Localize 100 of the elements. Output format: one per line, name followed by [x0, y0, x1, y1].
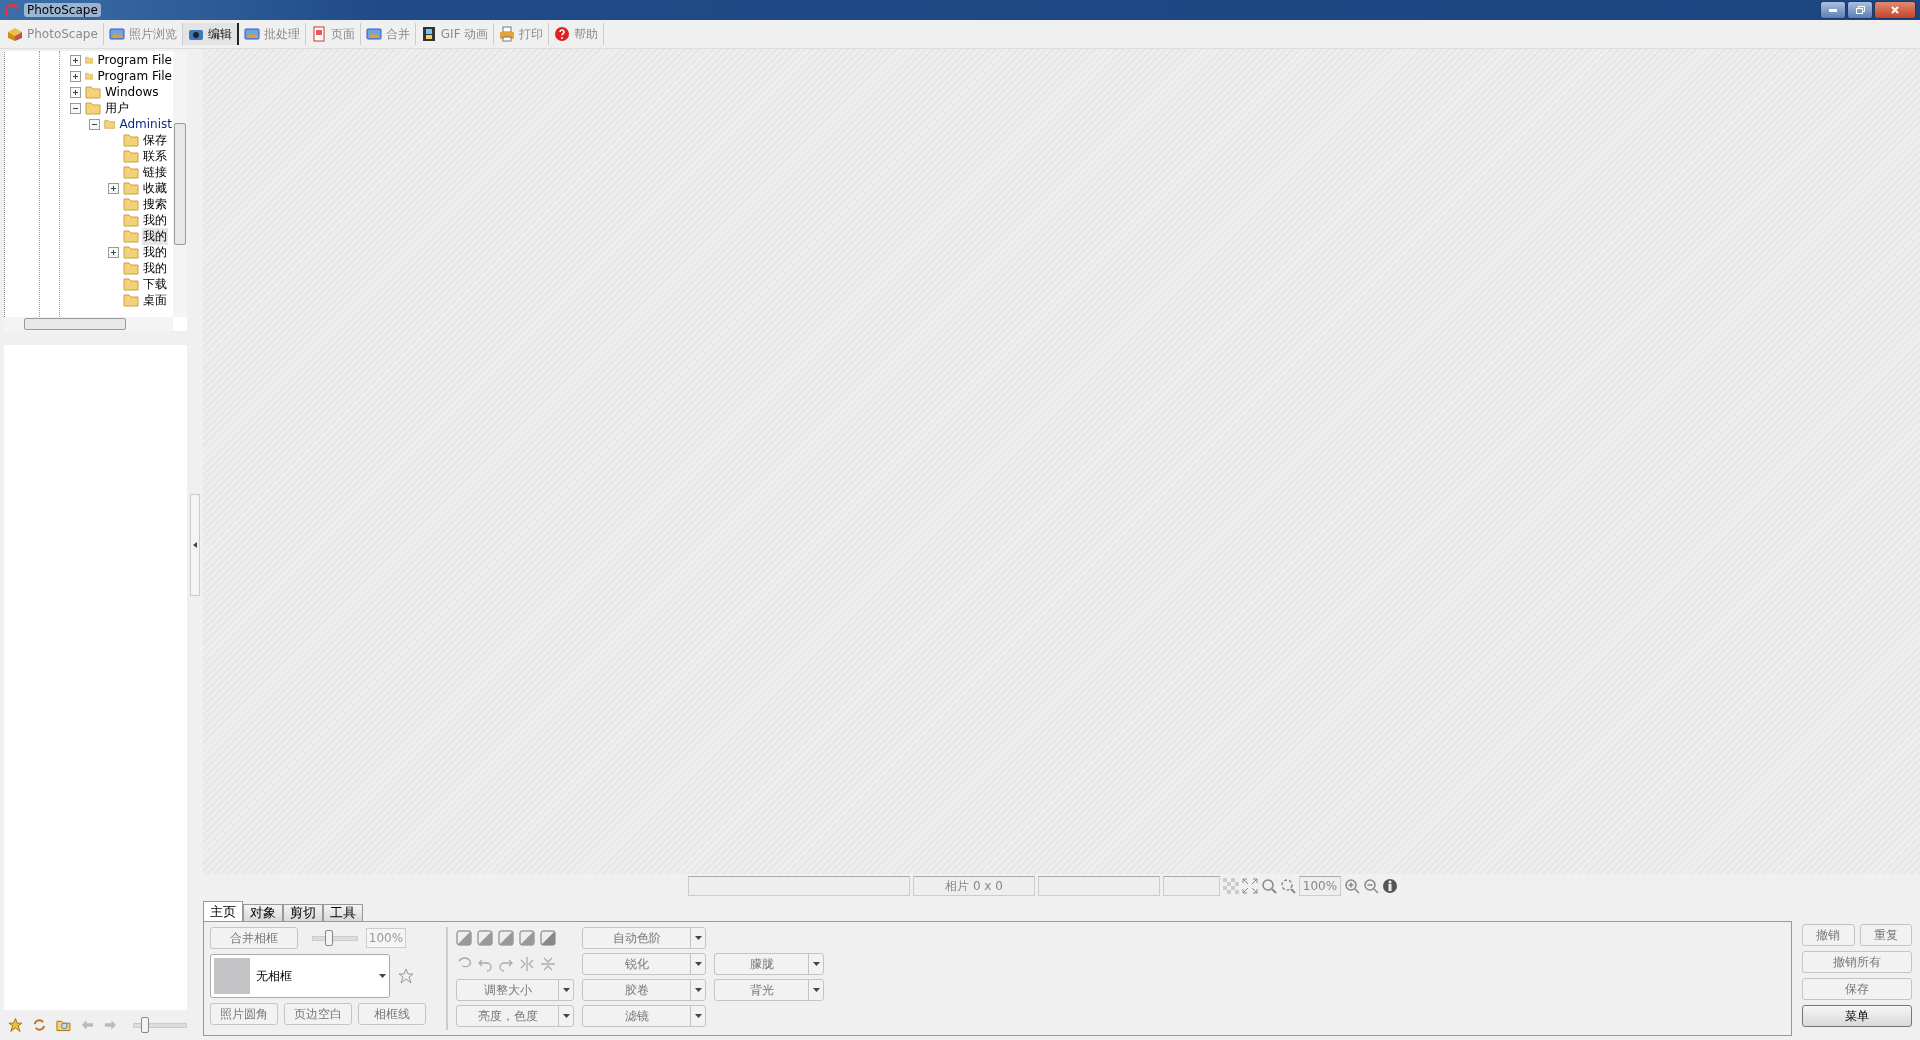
frame-select[interactable]: 无相框	[210, 954, 390, 998]
zoom-actual-icon[interactable]	[1261, 878, 1277, 894]
horizontal-scrollbar[interactable]	[4, 317, 173, 331]
opacity-field[interactable]: 100%	[366, 928, 406, 948]
tree-item[interactable]: 链接	[142, 163, 168, 181]
tone-icon[interactable]	[519, 930, 535, 946]
tree-item[interactable]: 我的	[142, 211, 168, 229]
toolbar-tab[interactable]: 编辑	[182, 23, 239, 45]
caret-left-icon	[193, 541, 197, 548]
status-field	[1163, 876, 1220, 896]
folder-icon	[123, 180, 139, 196]
folder-icon	[123, 244, 139, 260]
image-icon	[243, 26, 260, 42]
tree-item[interactable]: Program File	[96, 69, 173, 83]
expand-toggle[interactable]	[70, 86, 81, 98]
flip-vertical-icon[interactable]	[540, 956, 556, 972]
toolbar-tab[interactable]: GIF 动画	[415, 23, 495, 45]
expand-toggle[interactable]	[108, 182, 119, 194]
folder-icon	[123, 260, 139, 276]
zoom-fit-icon[interactable]	[1280, 878, 1296, 894]
window-title: PhotoScape	[24, 3, 101, 17]
expand-toggle[interactable]	[70, 70, 81, 82]
folder-icon	[123, 292, 139, 308]
tree-item[interactable]: 联系	[142, 147, 168, 165]
folder-icon	[123, 196, 139, 212]
caret-icon	[812, 988, 820, 992]
caret-icon	[694, 1014, 702, 1018]
folder-icon	[123, 164, 139, 180]
tree-item[interactable]: Program File	[96, 53, 173, 67]
expand-toggle[interactable]	[108, 246, 119, 258]
tone-icon[interactable]	[456, 930, 472, 946]
caret-icon	[562, 988, 570, 992]
action-button[interactable]: 菜单	[1802, 1005, 1912, 1027]
tone-icon[interactable]	[477, 930, 493, 946]
toolbar-tab[interactable]: 照片浏览	[103, 23, 183, 45]
panel-tab[interactable]: 主页	[203, 901, 243, 921]
tree-item[interactable]: 用户	[104, 99, 130, 117]
transparency-icon	[1223, 878, 1239, 894]
tree-item[interactable]: 我的	[142, 259, 168, 277]
tone-icon[interactable]	[540, 930, 556, 946]
frame-swatch	[214, 958, 250, 994]
star-icon[interactable]	[398, 968, 414, 984]
box-icon	[7, 26, 23, 42]
tree-item[interactable]: 下载	[142, 275, 168, 293]
tree-item[interactable]: 我的	[142, 243, 168, 261]
image-icon	[365, 26, 382, 42]
close-icon	[1891, 6, 1899, 14]
tree-item[interactable]: 保存	[142, 131, 168, 149]
flip-horizontal-icon[interactable]	[519, 956, 535, 972]
folder-icon	[123, 276, 139, 292]
tree-item[interactable]: 搜索	[142, 195, 168, 213]
collapse-toggle[interactable]	[89, 118, 100, 130]
plus-icon	[72, 56, 79, 64]
folder-icon	[123, 148, 139, 164]
star-icon	[8, 1017, 23, 1033]
tree-item[interactable]: 收藏	[142, 179, 168, 197]
page-icon	[310, 26, 327, 42]
toolbar-tab[interactable]: 打印	[494, 23, 550, 45]
caret-icon	[694, 988, 702, 992]
folder-icon	[123, 132, 139, 148]
folder-icon	[123, 212, 139, 228]
panel-tab[interactable]: 对象	[243, 904, 283, 921]
panel-tab[interactable]: 剪切	[283, 904, 323, 921]
status-field: 相片 0 x 0	[913, 876, 1035, 896]
slider-thumb[interactable]	[325, 930, 334, 946]
close-button[interactable]	[1874, 1, 1916, 19]
tree-item[interactable]: Administ	[118, 117, 173, 131]
opacity-slider[interactable]	[312, 930, 358, 946]
film-icon	[420, 26, 437, 42]
panel-tab[interactable]: 工具	[323, 904, 363, 921]
toolbar-tab[interactable]: PhotoScape	[2, 23, 104, 45]
tone-icon[interactable]	[498, 930, 514, 946]
tree-item[interactable]: 桌面	[142, 291, 168, 309]
printer-icon	[499, 26, 516, 42]
minimize-icon	[1829, 8, 1837, 12]
zoom-out-icon[interactable]	[1363, 878, 1379, 894]
minimize-button[interactable]	[1820, 1, 1846, 19]
toolbar-tab[interactable]: 帮助	[549, 23, 605, 45]
info-icon[interactable]	[1382, 878, 1398, 894]
toolbar-tab[interactable]: 批处理	[238, 23, 306, 45]
collapse-toggle[interactable]	[70, 102, 81, 114]
vertical-scrollbar[interactable]	[173, 51, 187, 317]
caret-icon	[812, 962, 820, 966]
slider-thumb[interactable]	[140, 1017, 149, 1033]
toolbar-tab[interactable]: 页面	[305, 23, 361, 45]
zoom-in-icon[interactable]	[1344, 878, 1360, 894]
plus-icon	[72, 88, 79, 96]
help-icon	[554, 26, 571, 42]
restore-button[interactable]	[1847, 1, 1873, 19]
plus-icon	[110, 248, 117, 256]
app-logo-icon	[4, 2, 20, 18]
collapse-handle[interactable]	[190, 493, 200, 596]
thumbnail-size-slider[interactable]	[133, 1017, 187, 1033]
zoom-field[interactable]: 100%	[1299, 876, 1341, 896]
fit-icon[interactable]	[1242, 878, 1258, 894]
toolbar-tab[interactable]: 合并	[360, 23, 416, 45]
plus-icon	[72, 72, 79, 80]
tree-item[interactable]: Windows	[104, 85, 160, 99]
expand-toggle[interactable]	[70, 54, 81, 66]
tree-item[interactable]: 我的	[142, 227, 168, 245]
